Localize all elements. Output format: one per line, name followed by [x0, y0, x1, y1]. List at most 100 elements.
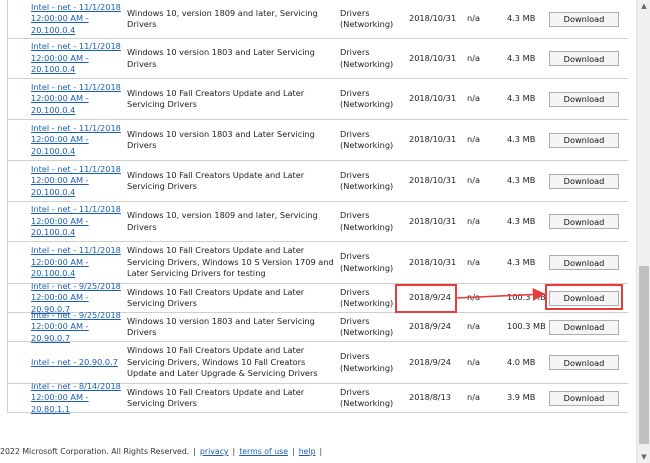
products-cell: Windows 10 Fall Creators Update and Late… — [127, 345, 318, 379]
page-footer: 2022 Microsoft Corporation. All Rights R… — [0, 447, 326, 456]
size-cell: 4.3 MB — [507, 175, 536, 186]
version-cell: n/a — [467, 175, 480, 186]
last-updated-cell: 2018/10/31 — [409, 134, 457, 145]
classification-cell: Drivers (Networking) — [340, 351, 394, 373]
catalog-results-page: Intel - net - 11/1/2018 12:00:00 AM - 20… — [0, 0, 636, 463]
classification-cell: Drivers (Networking) — [340, 386, 394, 409]
last-updated-cell: 2018/9/24 — [409, 292, 451, 303]
download-button[interactable]: Download — [549, 51, 619, 66]
download-button[interactable]: Download — [549, 319, 619, 335]
version-cell: n/a — [467, 321, 480, 332]
footer-separator: | — [292, 447, 295, 456]
last-updated-cell: 2018/10/31 — [409, 93, 457, 104]
table-row: Intel - net - 11/1/2018 12:00:00 AM - 20… — [7, 202, 628, 242]
download-button[interactable]: Download — [549, 214, 619, 229]
update-title-link[interactable]: Intel - net - 8/14/2018 12:00:00 AM - 20… — [31, 381, 125, 416]
classification-cell: Drivers (Networking) — [340, 128, 394, 151]
classification-cell: Drivers (Networking) — [340, 315, 394, 338]
download-button[interactable]: Download — [549, 390, 619, 406]
update-title-link[interactable]: Intel - net - 11/1/2018 12:00:00 AM - 20… — [31, 41, 125, 76]
update-title-link[interactable]: Intel - net - 11/1/2018 12:00:00 AM - 20… — [31, 2, 125, 37]
last-updated-cell: 2018/10/31 — [409, 215, 457, 226]
products-cell: Windows 10 Fall Creators Update and Late… — [127, 386, 305, 409]
products-cell: Windows 10 Fall Creators Update and Late… — [127, 286, 305, 309]
version-cell: n/a — [467, 356, 480, 367]
version-cell: n/a — [467, 392, 480, 403]
size-cell: 4.3 MB — [507, 13, 536, 24]
scroll-down-icon[interactable]: ▼ — [637, 451, 650, 463]
update-title-link[interactable]: Intel - net - 11/1/2018 12:00:00 AM - 20… — [31, 123, 125, 158]
footer-separator: | — [193, 447, 196, 456]
version-cell: n/a — [467, 256, 480, 267]
size-cell: 3.9 MB — [507, 392, 536, 403]
version-cell: n/a — [467, 134, 480, 145]
last-updated-cell: 2018/10/31 — [409, 256, 457, 267]
table-row: Intel - net - 11/1/2018 12:00:00 AM - 20… — [7, 242, 628, 284]
classification-cell: Drivers (Networking) — [340, 251, 394, 273]
classification-cell: Drivers (Networking) — [340, 286, 394, 309]
scroll-thumb[interactable] — [639, 266, 649, 444]
update-title-link[interactable]: Intel - net - 9/25/2018 12:00:00 AM - 20… — [31, 310, 125, 345]
update-title-link[interactable]: Intel - net - 11/1/2018 12:00:00 AM - 20… — [31, 245, 125, 280]
version-cell: n/a — [467, 13, 480, 24]
download-button[interactable]: Download — [549, 290, 619, 306]
products-cell: Windows 10 version 1803 and Later Servic… — [127, 47, 315, 69]
vertical-scrollbar[interactable]: ▲ ▼ — [636, 0, 650, 463]
size-cell: 4.3 MB — [507, 93, 536, 104]
download-button[interactable]: Download — [549, 255, 619, 270]
products-cell: Windows 10 Fall Creators Update and Late… — [127, 245, 334, 279]
products-cell: Windows 10, version 1809 and later, Serv… — [127, 210, 318, 232]
scroll-up-icon[interactable]: ▲ — [637, 0, 650, 12]
products-cell: Windows 10, version 1809 and later, Serv… — [127, 7, 318, 30]
update-title-link[interactable]: Intel - net - 11/1/2018 12:00:00 AM - 20… — [31, 164, 125, 199]
table-row: Intel - net - 8/14/2018 12:00:00 AM - 20… — [7, 381, 628, 416]
last-updated-cell: 2018/10/31 — [409, 13, 457, 24]
classification-cell: Drivers (Networking) — [340, 210, 394, 232]
size-cell: 4.3 MB — [507, 52, 536, 63]
version-cell: n/a — [467, 292, 480, 303]
size-cell: 4.3 MB — [507, 256, 536, 267]
products-cell: Windows 10 Fall Creators Update and Late… — [127, 169, 305, 192]
table-row: Intel - net - 11/1/2018 12:00:00 AM - 20… — [7, 120, 628, 161]
size-cell: 100.3 MB — [507, 321, 546, 332]
size-cell: 4.3 MB — [507, 134, 536, 145]
last-updated-cell: 2018/10/31 — [409, 52, 457, 63]
footer-separator: | — [319, 447, 323, 456]
table-row: Intel - net - 9/25/2018 12:00:00 AM - 20… — [7, 281, 628, 314]
download-button[interactable]: Download — [549, 11, 619, 27]
products-cell: Windows 10 version 1803 and Later Servic… — [127, 315, 315, 338]
download-button[interactable]: Download — [549, 173, 619, 189]
update-title-link[interactable]: Intel - net - 11/1/2018 12:00:00 AM - 20… — [31, 82, 125, 117]
table-row: Intel - net - 20.90.0.7 Windows 10 Fall C… — [7, 342, 628, 384]
download-button[interactable]: Download — [549, 355, 619, 370]
size-cell: 100.3 MB — [507, 292, 546, 303]
table-left-border — [7, 0, 8, 413]
table-row: Intel - net - 11/1/2018 12:00:00 AM - 20… — [7, 39, 628, 79]
products-cell: Windows 10 Fall Creators Update and Late… — [127, 87, 305, 110]
version-cell: n/a — [467, 93, 480, 104]
table-row: Intel - net - 11/1/2018 12:00:00 AM - 20… — [7, 0, 628, 39]
last-updated-cell: 2018/9/24 — [409, 321, 451, 332]
products-cell: Windows 10 version 1803 and Later Servic… — [127, 128, 315, 151]
download-button[interactable]: Download — [549, 132, 619, 148]
terms-of-use-link[interactable]: terms of use — [239, 447, 288, 456]
classification-cell: Drivers (Networking) — [340, 87, 394, 110]
version-cell: n/a — [467, 215, 480, 226]
last-updated-cell: 2018/9/24 — [409, 356, 451, 367]
size-cell: 4.3 MB — [507, 215, 536, 226]
last-updated-cell: 2018/10/31 — [409, 175, 457, 186]
update-title-link[interactable]: Intel - net - 20.90.0.7 — [31, 357, 118, 369]
table-row: Intel - net - 11/1/2018 12:00:00 AM - 20… — [7, 161, 628, 202]
table-row: Intel - net - 9/25/2018 12:00:00 AM - 20… — [7, 310, 628, 345]
version-cell: n/a — [467, 52, 480, 63]
size-cell: 4.0 MB — [507, 356, 536, 367]
download-button[interactable]: Download — [549, 91, 619, 107]
classification-cell: Drivers (Networking) — [340, 47, 394, 69]
help-link[interactable]: help — [299, 447, 316, 456]
update-title-link[interactable]: Intel - net - 11/1/2018 12:00:00 AM - 20… — [31, 204, 125, 239]
footer-separator: | — [232, 447, 236, 456]
copyright-text: 2022 Microsoft Corporation. All Rights R… — [0, 447, 190, 456]
privacy-link[interactable]: privacy — [200, 447, 229, 456]
table-row: Intel - net - 11/1/2018 12:00:00 AM - 20… — [7, 79, 628, 120]
last-updated-cell: 2018/8/13 — [409, 392, 451, 403]
